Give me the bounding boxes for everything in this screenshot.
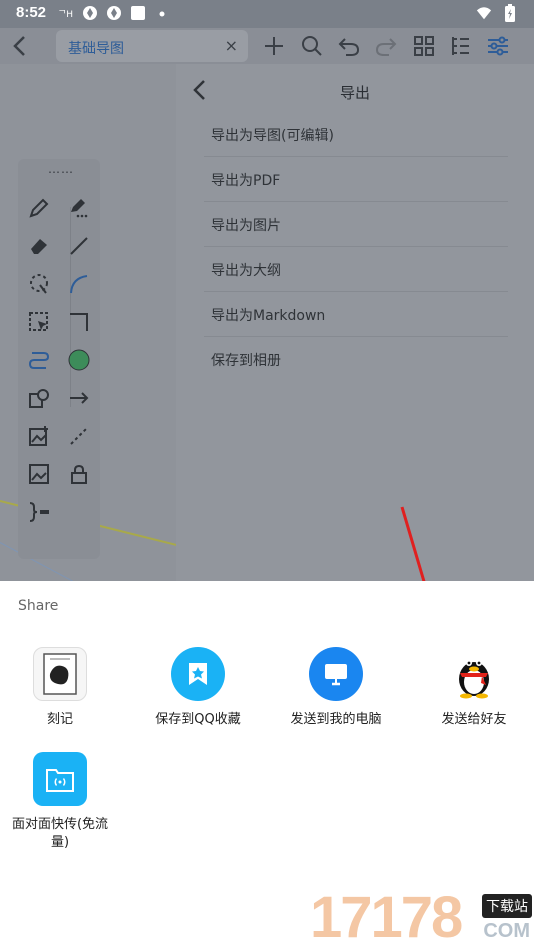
- face-transfer-icon: [33, 752, 87, 806]
- export-option[interactable]: 保存到相册: [204, 337, 508, 382]
- lasso-icon[interactable]: [24, 269, 54, 299]
- export-option[interactable]: 导出为PDF: [204, 157, 508, 202]
- corner-icon[interactable]: [64, 307, 94, 337]
- export-option[interactable]: 导出为图片: [204, 202, 508, 247]
- status-icons-right: [476, 4, 518, 22]
- top-toolbar: 基础导图 ×: [0, 28, 534, 64]
- shape-icon[interactable]: [24, 383, 54, 413]
- add-icon[interactable]: [260, 32, 288, 60]
- export-option-label: 导出为Markdown: [211, 308, 326, 324]
- status-icons-left: ᄀH: [58, 5, 170, 21]
- redo-icon[interactable]: [372, 32, 400, 60]
- select-box-icon[interactable]: [24, 307, 54, 337]
- status-bar: 8:52 ᄀH: [0, 0, 534, 28]
- watermark-badge: 下载站: [482, 894, 532, 918]
- svg-text:ᄀH: ᄀH: [58, 10, 73, 19]
- app-background: 基础导图 × ⋯⋯ 导出 导出为导图(可编辑) 导出为PDF 导出为图片 导出为…: [0, 28, 534, 581]
- eraser-icon[interactable]: [24, 231, 54, 261]
- image-icon[interactable]: [24, 459, 54, 489]
- watermark-domain: COM: [483, 920, 530, 942]
- export-option[interactable]: 导出为大纲: [204, 247, 508, 292]
- share-target-my-computer[interactable]: 发送到我的电脑: [281, 647, 391, 729]
- close-icon[interactable]: ×: [225, 36, 238, 55]
- share-target-label: 刻记: [46, 712, 73, 727]
- arrow-icon[interactable]: [64, 383, 94, 413]
- export-option-label: 导出为PDF: [211, 173, 281, 189]
- share-target-face-transfer[interactable]: 面对面快传(免流量): [5, 752, 115, 852]
- undo-icon[interactable]: [335, 32, 363, 60]
- lock-icon[interactable]: [64, 459, 94, 489]
- export-panel-title: 导出: [339, 84, 370, 102]
- drawing-tool-palette: ⋯⋯: [18, 159, 100, 559]
- share-target-label: 发送给好友: [441, 712, 507, 727]
- my-computer-icon: [309, 647, 363, 701]
- export-option[interactable]: 导出为Markdown: [204, 292, 508, 337]
- document-tab-title: 基础导图: [68, 41, 124, 57]
- wifi-icon: [476, 5, 492, 21]
- share-target-label: 面对面快传(免流量): [11, 817, 109, 850]
- bracket-icon[interactable]: [24, 497, 54, 527]
- pen-dots-icon[interactable]: [64, 193, 94, 223]
- share-sheet-title: Share: [18, 598, 59, 614]
- keji-app-icon: [33, 647, 87, 701]
- back-icon[interactable]: [6, 32, 34, 60]
- qq-favorites-icon: [171, 647, 225, 701]
- share-target-label: 发送到我的电脑: [290, 712, 382, 727]
- line-icon[interactable]: [64, 231, 94, 261]
- watermark-digits: 17178: [310, 885, 463, 950]
- share-target-label: 保存到QQ收藏: [155, 712, 241, 727]
- share-target-qq-friend[interactable]: 发送给好友: [419, 647, 529, 729]
- carrier-icon: ᄀH: [58, 5, 74, 21]
- share-target-qq-favorites[interactable]: 保存到QQ收藏: [143, 647, 253, 729]
- drag-handle[interactable]: ⋯⋯: [48, 165, 74, 179]
- arc-icon[interactable]: [64, 269, 94, 299]
- export-option-label: 导出为导图(可编辑): [211, 128, 334, 144]
- grid-icon[interactable]: [410, 32, 438, 60]
- document-tab[interactable]: 基础导图 ×: [56, 30, 248, 62]
- export-option-label: 导出为大纲: [211, 263, 281, 279]
- search-icon[interactable]: [298, 32, 326, 60]
- qq-penguin-icon: [447, 647, 501, 701]
- connector-icon[interactable]: [24, 345, 54, 375]
- settings-sliders-icon[interactable]: [484, 32, 512, 60]
- sync-icon: [82, 5, 98, 21]
- image-add-icon[interactable]: [24, 421, 54, 451]
- export-option-label: 导出为图片: [211, 218, 281, 234]
- dashed-line-icon[interactable]: [64, 421, 94, 451]
- sync-icon: [106, 5, 122, 21]
- battery-icon: [502, 4, 518, 22]
- site-watermark: 17178 下载站 COM: [310, 886, 534, 950]
- dot-icon: [154, 5, 170, 21]
- share-target-keji[interactable]: 刻记: [5, 647, 115, 729]
- status-time: 8:52: [16, 4, 47, 21]
- square-icon: [130, 5, 146, 21]
- export-option[interactable]: 导出为导图(可编辑): [204, 112, 508, 157]
- export-panel: 导出 导出为导图(可编辑) 导出为PDF 导出为图片 导出为大纲 导出为Mark…: [176, 64, 534, 581]
- pencil-icon[interactable]: [24, 193, 54, 223]
- outline-icon[interactable]: [446, 32, 474, 60]
- export-option-label: 保存到相册: [211, 353, 281, 369]
- circle-fill-icon[interactable]: [64, 345, 94, 375]
